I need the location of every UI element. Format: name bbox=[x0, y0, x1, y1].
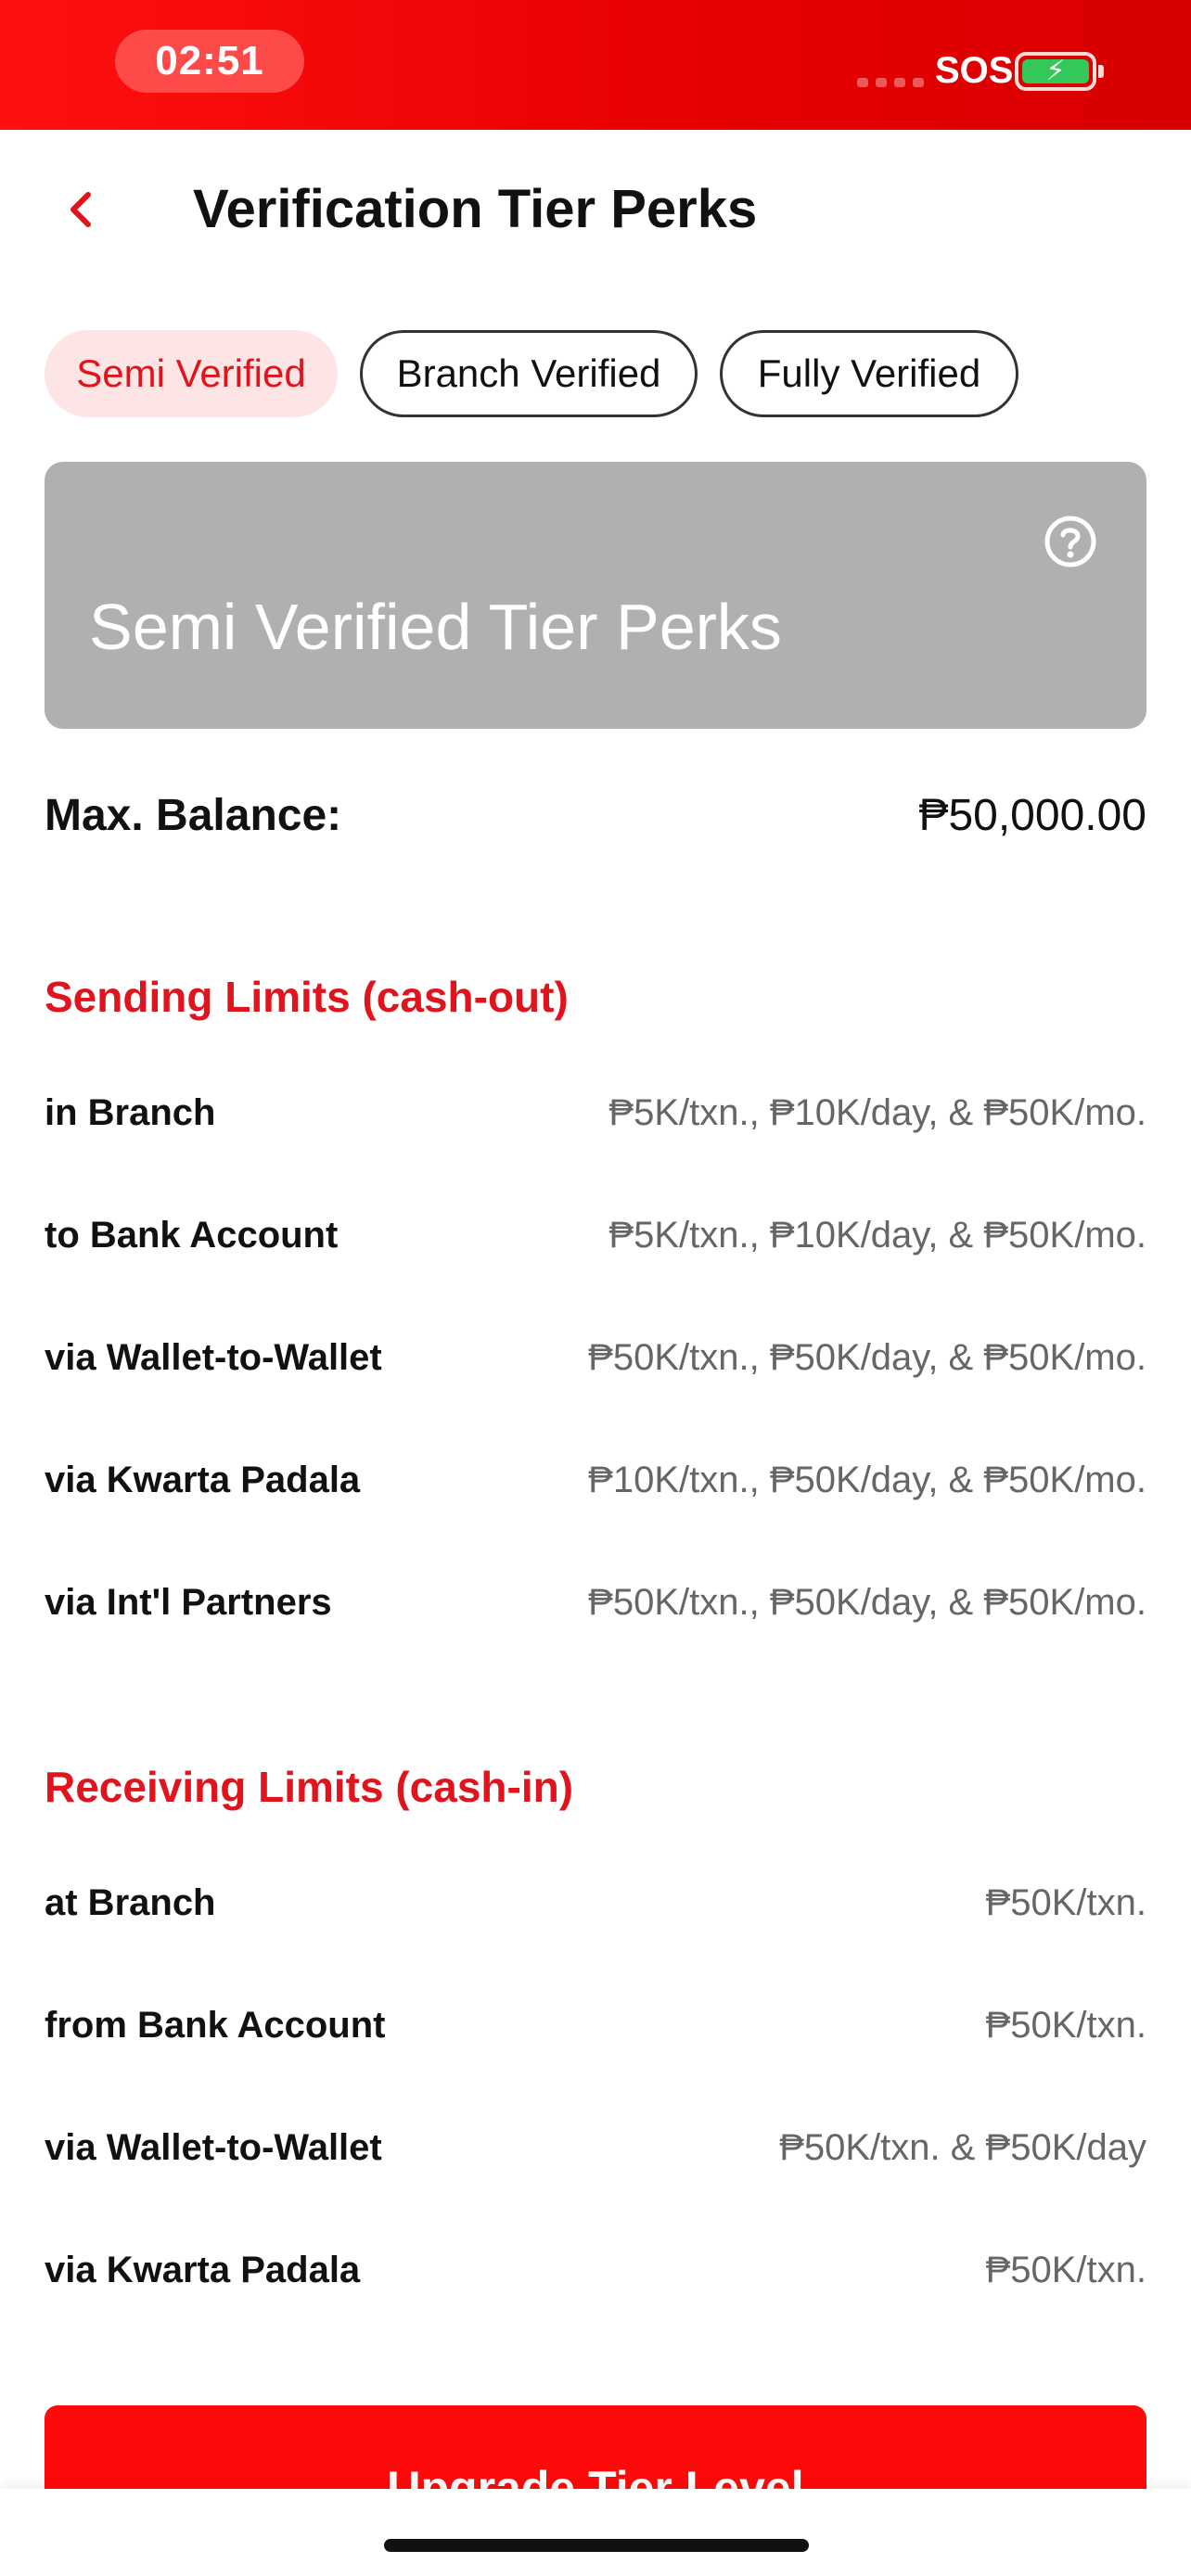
sending-limit-row: via Int'l Partners ₱50K/txn., ₱50K/day, … bbox=[45, 1582, 1146, 1624]
status-time: 02:51 bbox=[115, 30, 304, 93]
sending-limit-row: to Bank Account ₱5K/txn., ₱10K/day, & ₱5… bbox=[45, 1215, 1146, 1256]
receiving-limit-row: from Bank Account ₱50K/txn. bbox=[45, 2005, 1146, 2047]
sending-limit-row: via Kwarta Padala ₱10K/txn., ₱50K/day, &… bbox=[45, 1460, 1146, 1501]
limit-value: ₱50K/txn. bbox=[985, 1882, 1146, 1923]
limit-label: to Bank Account bbox=[45, 1215, 339, 1256]
max-balance-label: Max. Balance: bbox=[45, 791, 342, 840]
limit-label: at Branch bbox=[45, 1882, 216, 1923]
carrier-label: SOS bbox=[935, 50, 1014, 91]
battery-icon: ⚡ bbox=[1015, 52, 1096, 91]
tier-tabs: Semi Verified Branch Verified Fully Veri… bbox=[45, 330, 1018, 417]
limit-label: in Branch bbox=[45, 1092, 216, 1133]
limit-label: via Wallet-to-Wallet bbox=[45, 2127, 382, 2168]
limit-value: ₱50K/txn., ₱50K/day, & ₱50K/mo. bbox=[588, 1337, 1146, 1378]
limit-value: ₱50K/txn. bbox=[985, 2250, 1146, 2290]
chevron-left-icon bbox=[70, 192, 91, 227]
limit-label: from Bank Account bbox=[45, 2005, 386, 2046]
limit-value: ₱10K/txn., ₱50K/day, & ₱50K/mo. bbox=[588, 1460, 1146, 1500]
charging-bolt-icon: ⚡ bbox=[1022, 57, 1089, 85]
sending-limit-row: in Branch ₱5K/txn., ₱10K/day, & ₱50K/mo. bbox=[45, 1092, 1146, 1134]
max-balance-value: ₱50,000.00 bbox=[918, 791, 1146, 840]
tab-semi-verified[interactable]: Semi Verified bbox=[45, 330, 338, 417]
receiving-limits-title: Receiving Limits (cash-in) bbox=[45, 1763, 574, 1811]
banner-title: Semi Verified Tier Perks bbox=[89, 591, 782, 663]
receiving-limit-row: at Branch ₱50K/txn. bbox=[45, 1882, 1146, 1924]
sending-limits-title: Sending Limits (cash-out) bbox=[45, 973, 569, 1021]
receiving-limit-row: via Kwarta Padala ₱50K/txn. bbox=[45, 2250, 1146, 2291]
limit-value: ₱50K/txn., ₱50K/day, & ₱50K/mo. bbox=[588, 1582, 1146, 1623]
home-indicator[interactable] bbox=[384, 2539, 809, 2552]
status-bar: 02:51 SOS ⚡ bbox=[0, 0, 1191, 130]
tab-fully-verified[interactable]: Fully Verified bbox=[720, 330, 1018, 417]
limit-value: ₱5K/txn., ₱10K/day, & ₱50K/mo. bbox=[608, 1092, 1146, 1133]
limit-label: via Kwarta Padala bbox=[45, 2250, 361, 2290]
signal-icon bbox=[857, 78, 924, 87]
sending-limit-row: via Wallet-to-Wallet ₱50K/txn., ₱50K/day… bbox=[45, 1337, 1146, 1379]
limit-value: ₱5K/txn., ₱10K/day, & ₱50K/mo. bbox=[608, 1215, 1146, 1256]
question-circle-icon[interactable] bbox=[1043, 514, 1098, 569]
receiving-limit-row: via Wallet-to-Wallet ₱50K/txn. & ₱50K/da… bbox=[45, 2127, 1146, 2169]
back-button[interactable] bbox=[58, 182, 104, 237]
tier-banner: Semi Verified Tier Perks bbox=[45, 462, 1146, 729]
limit-label: via Int'l Partners bbox=[45, 1582, 332, 1623]
tab-branch-verified[interactable]: Branch Verified bbox=[360, 330, 698, 417]
page-title: Verification Tier Perks bbox=[193, 179, 758, 239]
max-balance-row: Max. Balance: ₱50,000.00 bbox=[45, 790, 1146, 841]
limit-value: ₱50K/txn. bbox=[985, 2005, 1146, 2046]
limit-value: ₱50K/txn. & ₱50K/day bbox=[779, 2127, 1146, 2168]
battery-cap bbox=[1098, 65, 1104, 78]
limit-label: via Kwarta Padala bbox=[45, 1460, 361, 1500]
limit-label: via Wallet-to-Wallet bbox=[45, 1337, 382, 1378]
bottom-safe-area bbox=[0, 2489, 1191, 2576]
